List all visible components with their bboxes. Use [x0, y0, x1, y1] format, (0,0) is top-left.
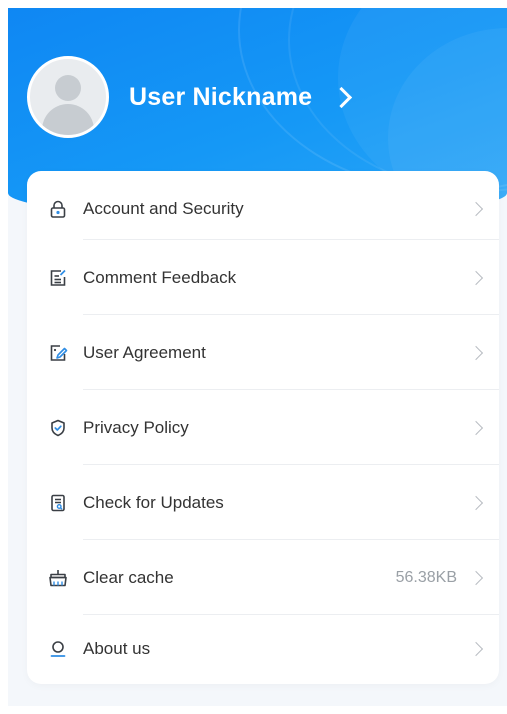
chevron-right-icon — [468, 270, 484, 285]
menu-item-user-agreement[interactable]: User Agreement — [27, 315, 499, 390]
chevron-right-icon — [468, 570, 484, 585]
menu-item-privacy-policy[interactable]: Privacy Policy — [27, 390, 499, 465]
menu-item-clear-cache[interactable]: Clear cache 56.38KB — [27, 540, 499, 615]
menu-item-about-us[interactable]: About us — [27, 611, 499, 686]
chevron-right-icon — [468, 345, 484, 360]
avatar-placeholder-head — [55, 75, 81, 101]
menu-item-label: User Agreement — [83, 342, 206, 362]
menu-item-label: Clear cache — [83, 567, 174, 587]
menu-item-label: Comment Feedback — [83, 267, 237, 287]
menu-item-label: About us — [83, 638, 151, 658]
chevron-right-icon — [468, 420, 484, 435]
shield-icon — [47, 417, 69, 439]
chevron-right-icon — [468, 495, 484, 510]
chevron-right-icon — [468, 201, 484, 216]
menu-item-label: Account and Security — [83, 198, 244, 218]
feedback-icon — [47, 267, 69, 289]
profile-link[interactable]: User Nickname — [27, 56, 353, 138]
chevron-right-icon[interactable] — [331, 86, 353, 108]
avatar[interactable] — [27, 56, 109, 138]
person-icon — [47, 638, 69, 660]
menu-item-account-security[interactable]: Account and Security — [27, 171, 499, 246]
update-doc-icon — [47, 492, 69, 514]
menu-item-label: Check for Updates — [83, 492, 224, 512]
user-nickname[interactable]: User Nickname — [129, 83, 312, 112]
menu-item-comment-feedback[interactable]: Comment Feedback — [27, 240, 499, 315]
menu-item-check-updates[interactable]: Check for Updates — [27, 465, 499, 540]
chevron-right-icon — [468, 641, 484, 656]
settings-screen: User Nickname Account and Security Comme… — [8, 8, 507, 706]
agreement-icon — [47, 342, 69, 364]
lock-icon — [47, 198, 69, 220]
settings-menu: Account and Security Comment Feedback Us… — [27, 171, 499, 684]
menu-item-label: Privacy Policy — [83, 417, 189, 437]
broom-icon — [47, 567, 69, 589]
cache-size-value: 56.38KB — [395, 568, 457, 586]
avatar-placeholder-body — [42, 104, 94, 135]
